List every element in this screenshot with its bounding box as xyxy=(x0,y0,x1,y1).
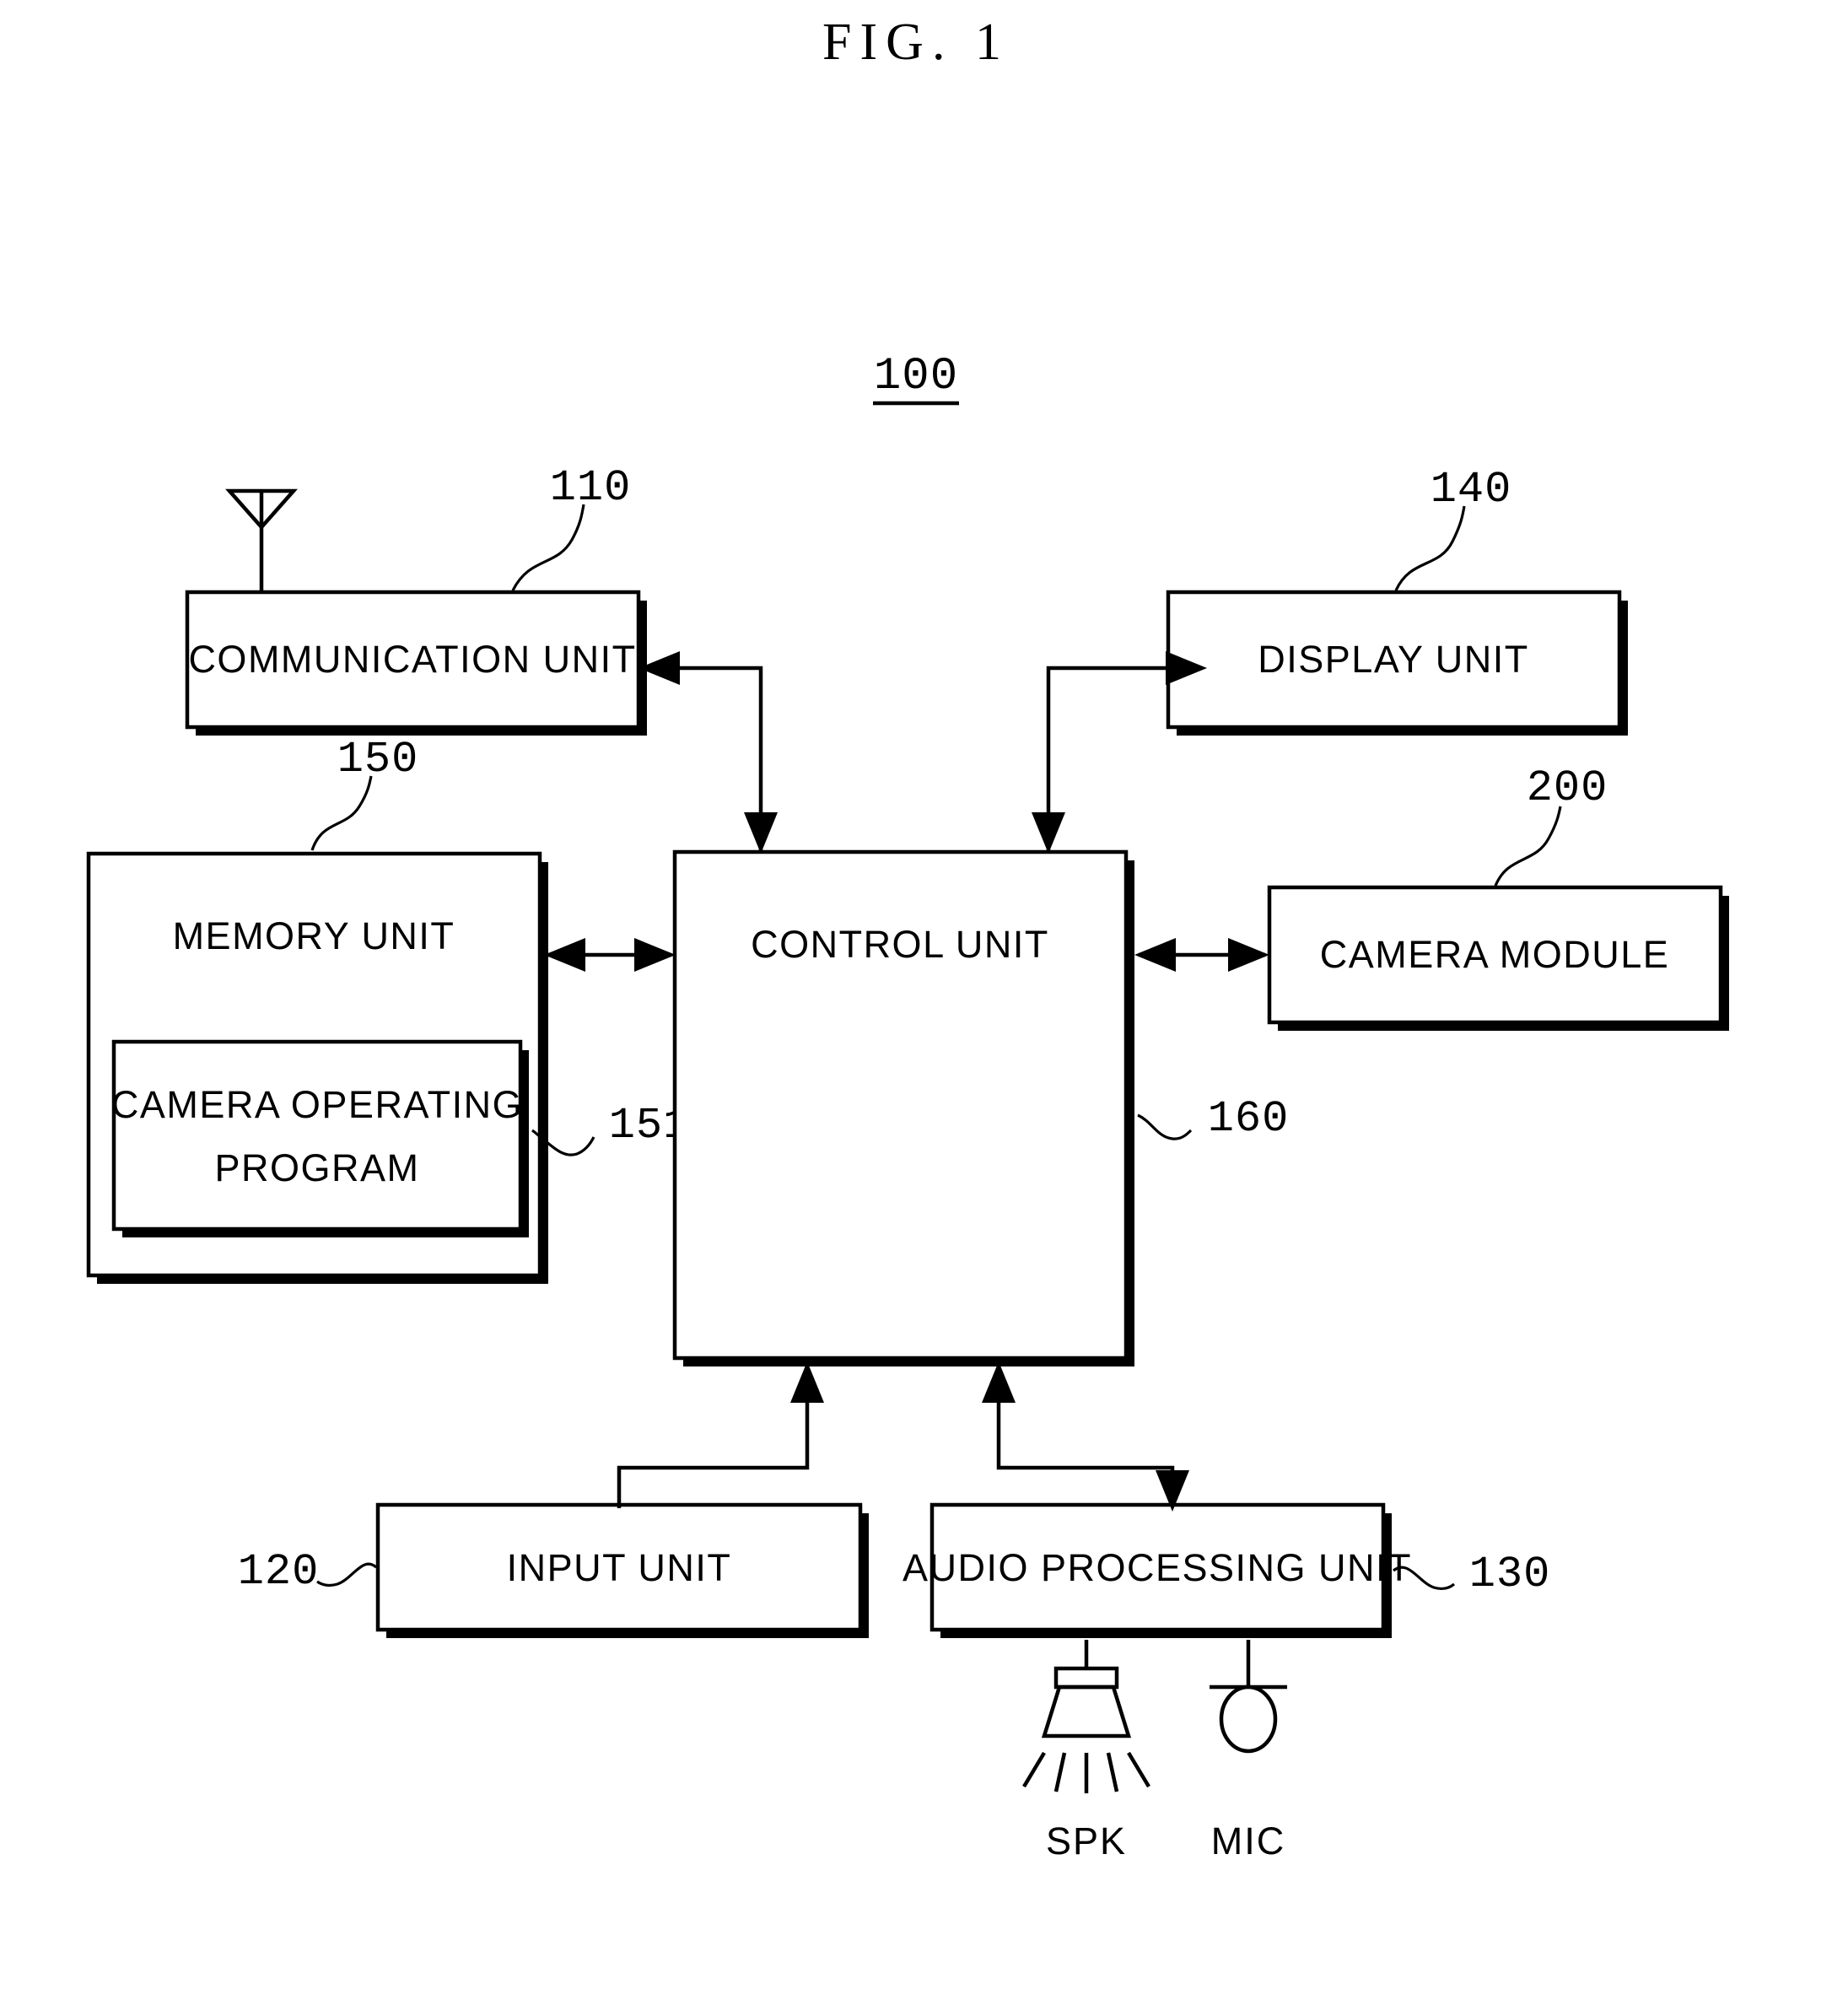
control-unit-block[interactable]: CONTROL UNIT xyxy=(672,849,1134,1366)
audio-processing-unit-block[interactable]: AUDIO PROCESSING UNIT xyxy=(903,1502,1412,1638)
memory-ref-number: 150 xyxy=(337,735,419,784)
connector-control-camera xyxy=(1134,938,1269,972)
memory-ref-leader xyxy=(310,775,373,851)
display-unit-block[interactable]: DISPLAY UNIT xyxy=(1166,590,1628,736)
microphone-label: MIC xyxy=(1211,1819,1286,1862)
communication-ref-leader xyxy=(511,504,585,591)
communication-ref-number: 110 xyxy=(550,463,632,513)
input-unit-block[interactable]: INPUT UNIT xyxy=(375,1502,869,1638)
control-ref-number: 160 xyxy=(1208,1094,1290,1144)
control-ref-leader xyxy=(1137,1113,1193,1140)
speaker-label: SPK xyxy=(1046,1819,1127,1862)
display-ref-number: 140 xyxy=(1431,465,1512,515)
connector-control-to-communication xyxy=(639,651,778,854)
antenna-icon xyxy=(225,488,298,592)
figure-canvas: FIG. 1 100 COMMUNICATION UNIT 110 DISPLA… xyxy=(86,13,1729,1862)
camera-operating-program-label-line1: CAMERA OPERATING xyxy=(111,1083,523,1126)
camera-ref-leader xyxy=(1494,806,1562,887)
communication-unit-label: COMMUNICATION UNIT xyxy=(188,638,636,681)
connector-input-to-control xyxy=(617,1361,824,1508)
communication-unit-block[interactable]: COMMUNICATION UNIT xyxy=(185,590,647,736)
control-unit-label: CONTROL UNIT xyxy=(751,923,1049,966)
memory-unit-label: MEMORY UNIT xyxy=(173,914,455,957)
input-ref-leader xyxy=(316,1562,378,1587)
speaker-icon xyxy=(1022,1640,1150,1793)
camera-operating-program-block[interactable]: CAMERA OPERATING PROGRAM xyxy=(111,1039,529,1237)
camera-module-block[interactable]: CAMERA MODULE xyxy=(1267,885,1729,1031)
microphone-icon xyxy=(1210,1640,1287,1754)
camera-operating-program-label-line2: PROGRAM xyxy=(214,1146,419,1189)
connector-control-audio xyxy=(982,1361,1189,1512)
camera-module-label: CAMERA MODULE xyxy=(1320,933,1670,976)
figure-title: FIG. 1 xyxy=(822,13,1010,71)
audio-processing-unit-label: AUDIO PROCESSING UNIT xyxy=(903,1546,1412,1589)
patent-figure: FIG. 1 100 COMMUNICATION UNIT 110 DISPLA… xyxy=(0,0,1832,2016)
input-ref-number: 120 xyxy=(238,1547,320,1597)
display-unit-label: DISPLAY UNIT xyxy=(1258,638,1528,681)
input-unit-label: INPUT UNIT xyxy=(507,1546,732,1589)
audio-ref-number: 130 xyxy=(1469,1550,1551,1599)
camera-ref-number: 200 xyxy=(1527,763,1608,813)
display-ref-leader xyxy=(1394,505,1466,591)
system-ref-number: 100 xyxy=(874,351,958,402)
connector-memory-control xyxy=(544,938,676,972)
